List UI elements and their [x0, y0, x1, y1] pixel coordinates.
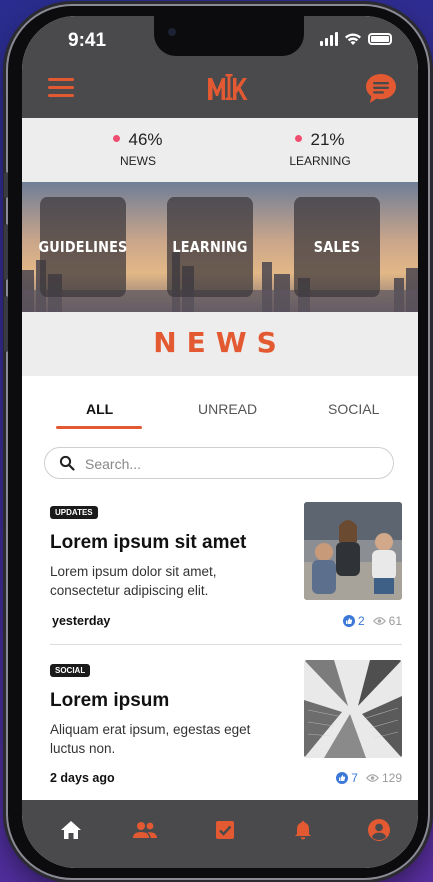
category-sales[interactable]: SALES — [294, 197, 380, 297]
wifi-icon — [345, 33, 361, 45]
like-count: 7 — [351, 771, 358, 785]
skyscrapers-photo — [304, 660, 402, 758]
bottom-navigation — [22, 800, 418, 868]
status-icons — [320, 32, 392, 46]
news-tabs: ALL UNREAD SOCIAL — [22, 376, 418, 432]
battery-icon — [368, 33, 392, 45]
article-thumbnail[interactable] — [304, 502, 402, 600]
category-badge: SOCIAL — [50, 664, 91, 677]
stat-label: LEARNING — [289, 154, 351, 168]
like-icon — [336, 772, 349, 784]
category-banner: GUIDELINES LEARNING SALES — [22, 182, 418, 312]
like-icon — [342, 615, 355, 627]
eye-icon — [372, 617, 386, 625]
card-divider — [50, 644, 402, 645]
stat-label: NEWS — [120, 154, 156, 168]
bell-icon[interactable] — [290, 818, 316, 842]
category-guidelines[interactable]: GUIDELINES — [38, 197, 127, 297]
account-icon[interactable] — [366, 818, 392, 842]
news-card[interactable]: SOCIAL Lorem ipsum Aliquam erat ipsum, e… — [50, 660, 402, 788]
eye-icon — [365, 774, 379, 782]
tab-unread[interactable]: UNREAD — [198, 401, 257, 417]
tab-social[interactable]: SOCIAL — [328, 401, 379, 417]
chat-icon[interactable] — [364, 72, 398, 106]
volume-down-button — [4, 296, 8, 352]
search-icon — [59, 455, 75, 471]
view-count: 129 — [381, 771, 402, 785]
camera-icon — [168, 28, 176, 36]
article-date: 2 days ago — [50, 771, 115, 785]
stat-news: 46% NEWS — [78, 130, 198, 168]
app-screen: 9:41 46% NEWS 21% LEARNING GUIDELINES LE… — [22, 16, 418, 868]
section-title: NEWS — [153, 326, 287, 359]
news-card[interactable]: UPDATES Lorem ipsum sit amet Lorem ipsum… — [50, 502, 402, 630]
stats-bar: 46% NEWS 21% LEARNING — [22, 118, 418, 182]
home-icon[interactable] — [58, 818, 84, 842]
article-thumbnail[interactable] — [304, 660, 402, 758]
hamburger-menu-icon[interactable] — [48, 78, 74, 98]
news-header: NEWS — [22, 312, 418, 376]
category-learning[interactable]: LEARNING — [167, 197, 253, 297]
article-excerpt: Aliquam erat ipsum, egestas eget luctus … — [50, 722, 251, 756]
mute-switch — [4, 172, 8, 198]
news-feed: ALL UNREAD SOCIAL UPDATES Lorem ipsum si… — [22, 376, 418, 800]
stat-value: 21% — [310, 130, 345, 149]
status-time: 9:41 — [68, 30, 107, 51]
like-count: 2 — [357, 614, 365, 628]
notch — [154, 16, 304, 56]
stat-dot — [295, 135, 303, 143]
search-box — [44, 447, 394, 479]
article-stats: 7 129 — [336, 771, 402, 785]
active-tab-indicator — [56, 426, 142, 429]
category-badge: UPDATES — [50, 506, 98, 519]
app-header: 9:41 — [22, 16, 418, 118]
people-icon[interactable] — [132, 818, 158, 842]
mik-logo — [208, 74, 248, 100]
article-date: yesterday — [52, 614, 111, 628]
stat-value: 46% — [128, 130, 163, 149]
students-photo — [304, 502, 402, 600]
stat-learning: 21% LEARNING — [260, 130, 380, 168]
article-stats: 2 61 — [342, 614, 402, 628]
stat-dot — [113, 135, 121, 143]
signal-icon — [320, 32, 338, 46]
checkbox-icon[interactable] — [212, 818, 238, 842]
search-input[interactable] — [83, 453, 377, 475]
view-count: 61 — [388, 614, 402, 628]
volume-up-button — [4, 224, 8, 280]
article-excerpt: Lorem ipsum dolor sit amet, consectetur … — [50, 564, 217, 598]
tab-all[interactable]: ALL — [86, 401, 113, 417]
